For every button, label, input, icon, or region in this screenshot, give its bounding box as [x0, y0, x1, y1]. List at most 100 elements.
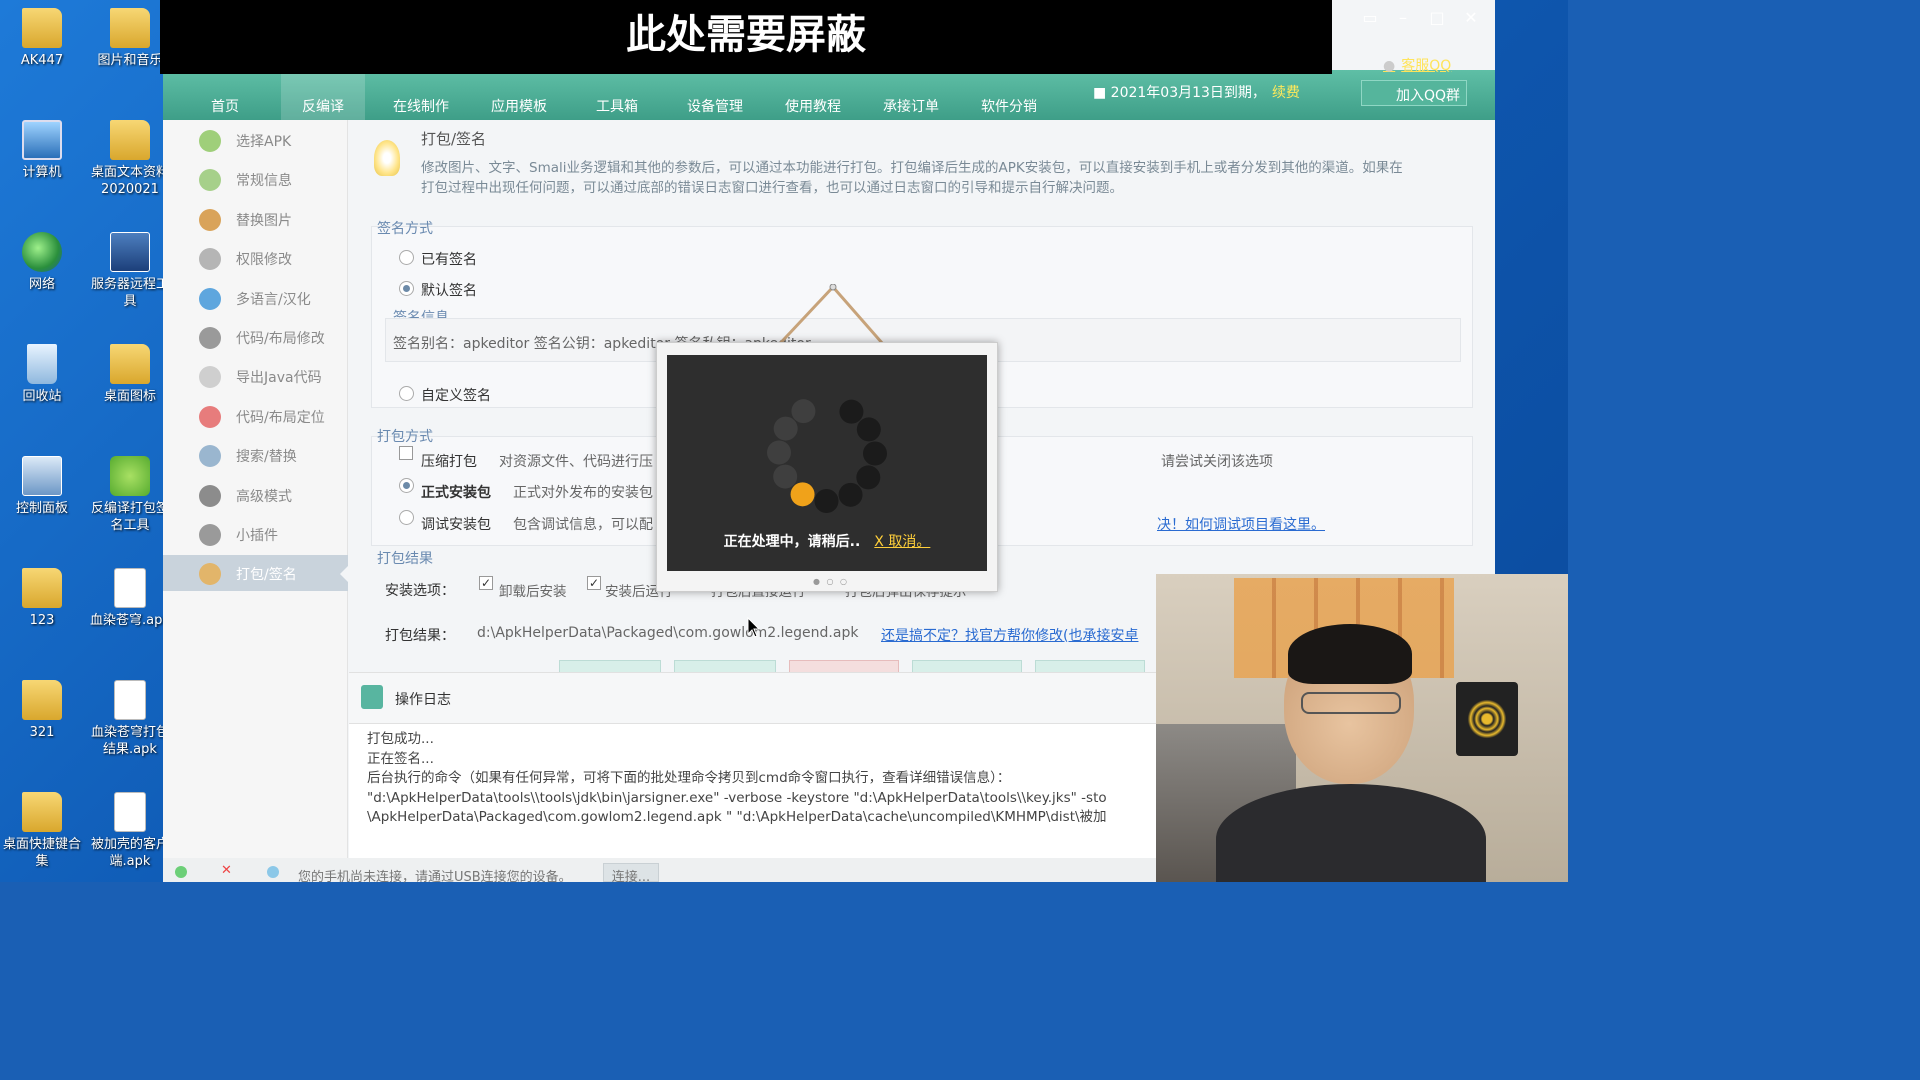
minimize-button[interactable]: –: [1391, 8, 1415, 27]
search-icon: [199, 445, 221, 468]
loading-panel: 正在处理中，请稍后.. X 取消。: [667, 355, 987, 571]
desktop-icon[interactable]: 回收站: [0, 344, 84, 405]
loading-popup: 正在处理中，请稍后.. X 取消。 ● ○ ○: [656, 342, 998, 592]
chat-icon[interactable]: ▭: [1358, 8, 1382, 27]
uninstall-checkbox[interactable]: ✓: [479, 576, 493, 590]
android-icon: [199, 130, 221, 152]
expiry-text: ■ 2021年03月13日到期，: [1093, 85, 1266, 101]
customer-service-qq-link[interactable]: 客服QQ: [1383, 55, 1451, 75]
apk-icon: [110, 456, 150, 496]
pc-icon: [267, 866, 279, 878]
toolbar-tab[interactable]: 工具箱: [575, 96, 659, 116]
webcam-dartboard: [1456, 682, 1518, 756]
desktop-icon-label: AK447: [20, 53, 64, 68]
uninstall-label: 卸载后安装: [499, 584, 567, 600]
desktop-icon[interactable]: AK447: [0, 8, 84, 69]
loading-message: 正在处理中，请稍后..: [723, 534, 861, 550]
sidebar-item[interactable]: 选择APK: [163, 122, 348, 158]
toolbar-tab[interactable]: 首页: [183, 96, 267, 116]
desktop-icon[interactable]: 桌面快捷键合集: [0, 792, 84, 870]
sidebar-item[interactable]: 打包/签名: [163, 555, 349, 592]
connect-button[interactable]: 连接...: [603, 863, 659, 885]
desktop-icon-label: 网络: [28, 277, 55, 292]
sidebar-item[interactable]: 小插件: [163, 516, 348, 552]
webcam-glasses: [1301, 692, 1401, 714]
renew-link[interactable]: 续费: [1272, 85, 1300, 101]
radio-custom-sign[interactable]: [399, 386, 414, 401]
sidebar-item[interactable]: 搜索/替换: [163, 437, 348, 473]
radio-release[interactable]: [399, 478, 414, 493]
desktop-icon-label: 123: [29, 613, 55, 628]
debug-label: 调试安装包: [421, 517, 491, 533]
desktop-icon[interactable]: 123: [0, 568, 84, 629]
desktop-icon[interactable]: 桌面图标: [88, 344, 172, 405]
maximize-button[interactable]: □: [1425, 8, 1449, 27]
pc-icon: [22, 120, 62, 160]
page-title: 打包/签名: [421, 130, 487, 148]
close-button[interactable]: ✕: [1459, 8, 1483, 27]
doc-icon: [114, 680, 146, 720]
desktop-icon-label: 血染苍穹.apk: [90, 613, 170, 628]
lightbulb-icon: [374, 140, 400, 176]
pack-section-title: 打包方式: [377, 429, 433, 445]
webcam-person-hair: [1288, 624, 1412, 684]
official-help-link[interactable]: 还是搞不定？找官方帮你修改(也承接安卓: [881, 625, 1138, 645]
toolbar-tab[interactable]: 承接订单: [869, 96, 953, 116]
desktop-icon-label: 血染苍穹打包结果.apk: [90, 725, 169, 757]
toolbar-tab[interactable]: 应用模板: [477, 96, 561, 116]
loading-text-row: 正在处理中，请稍后.. X 取消。: [667, 531, 987, 551]
toolbar-tab[interactable]: 在线制作: [379, 96, 463, 116]
spinner-dot: [814, 488, 839, 513]
desktop-icon[interactable]: 被加壳的客户端.apk: [88, 792, 172, 870]
pack-result-label: 打包结果：: [385, 628, 455, 644]
sidebar-item[interactable]: 高级模式: [163, 477, 348, 513]
sidebar-item[interactable]: 代码/布局修改: [163, 319, 348, 355]
join-qq-group-button[interactable]: 加入QQ群: [1361, 80, 1467, 106]
phone-icon: [175, 866, 187, 878]
page-dots: ● ○ ○: [813, 577, 850, 586]
desktop-icon[interactable]: 计算机: [0, 120, 84, 181]
image-icon: [199, 208, 221, 231]
desktop-icon-label: 桌面快捷键合集: [2, 837, 81, 869]
expiry-info: ■ 2021年03月13日到期， 续费: [1093, 82, 1300, 102]
toolbar-tab[interactable]: 使用教程: [771, 96, 855, 116]
toolbar-tab[interactable]: 设备管理: [673, 96, 757, 116]
rdp-icon: [110, 232, 150, 272]
release-desc: 正式对外发布的安装包: [513, 485, 653, 501]
sidebar-item[interactable]: 替换图片: [163, 201, 348, 237]
sidebar-item[interactable]: 代码/布局定位: [163, 398, 348, 434]
desktop-icon[interactable]: 服务器远程工具: [88, 232, 172, 310]
info-icon: [199, 248, 221, 271]
mouse-cursor-icon: [747, 617, 761, 638]
sidebar-item[interactable]: 多语言/汉化: [163, 280, 348, 316]
desktop-icon[interactable]: 网络: [0, 232, 84, 293]
radio-default-sign[interactable]: [399, 281, 414, 296]
pack-result-path: d:\ApkHelperData\Packaged\com.gowlom2.le…: [477, 625, 859, 641]
sidebar-item[interactable]: 导出Java代码: [163, 358, 348, 394]
radio-debug[interactable]: [399, 510, 414, 525]
sidebar-item[interactable]: 常规信息: [163, 161, 348, 197]
page-description: 修改图片、文字、Smali业务逻辑和其他的参数后，可以通过本功能进行打包。打包编…: [421, 158, 1491, 198]
spinner-dot: [856, 465, 881, 490]
radio-existing-sign[interactable]: [399, 250, 414, 265]
desktop-icon[interactable]: 血染苍穹.apk: [88, 568, 172, 629]
debug-help-link[interactable]: 决！如何调试项目看这里。: [1157, 514, 1325, 534]
log-title: 操作日志: [395, 692, 451, 708]
toolbar-tab[interactable]: 软件分销: [967, 96, 1051, 116]
sidebar-item-label: 代码/布局修改: [236, 331, 325, 347]
desktop-icon[interactable]: 桌面文本资料2020021: [88, 120, 172, 198]
run-after-install-checkbox[interactable]: ✓: [587, 576, 601, 590]
cancel-link[interactable]: X 取消。: [874, 534, 930, 550]
toolbar-tab[interactable]: 反编译: [281, 70, 365, 120]
desktop-icon[interactable]: 控制面板: [0, 456, 84, 517]
compress-checkbox[interactable]: [399, 446, 413, 460]
globe-icon: [199, 287, 221, 310]
desktop-icon[interactable]: 321: [0, 680, 84, 741]
desktop-icon[interactable]: 血染苍穹打包结果.apk: [88, 680, 172, 758]
sidebar-item-label: 选择APK: [236, 134, 292, 150]
desktop-icon-label: 服务器远程工具: [90, 277, 169, 309]
sidebar-item[interactable]: 权限修改: [163, 240, 348, 276]
desktop-icon[interactable]: 反编译打包签名工具: [88, 456, 172, 534]
debug-desc: 包含调试信息，可以配: [513, 517, 653, 533]
desktop-icon-label: 桌面文本资料2020021: [90, 165, 169, 197]
